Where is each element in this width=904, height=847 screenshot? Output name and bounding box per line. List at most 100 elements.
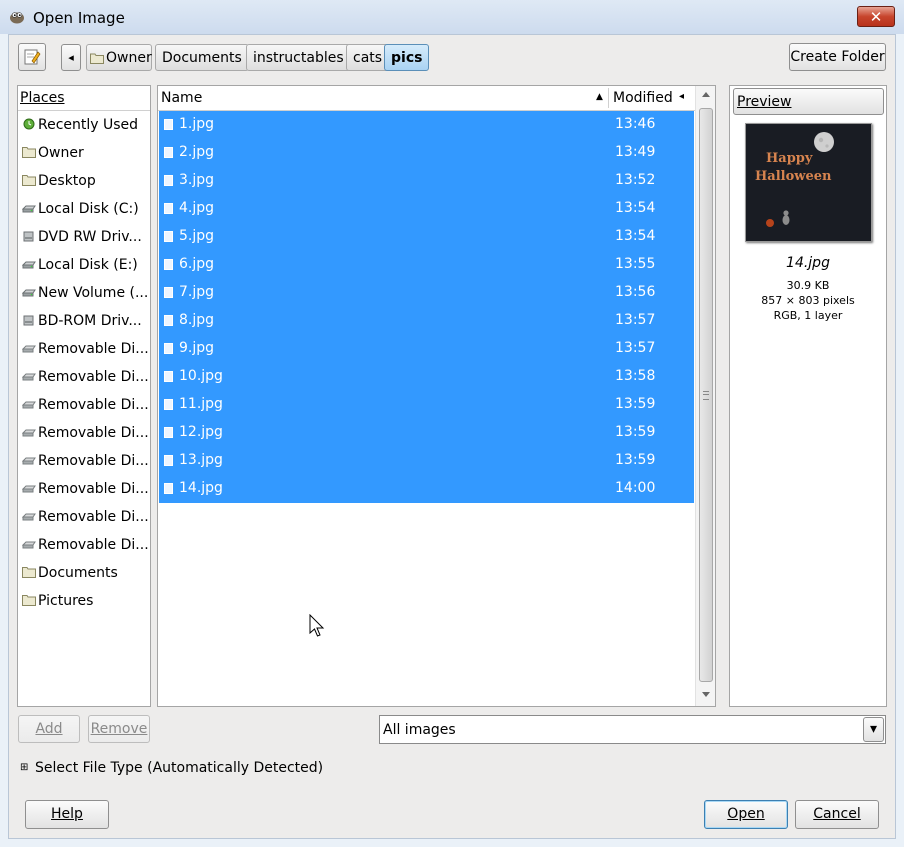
path-pics[interactable]: pics	[384, 44, 430, 71]
file-row[interactable]: 5.jpg 13:54	[159, 223, 694, 251]
file-filter-select[interactable]: All images ▾	[379, 715, 886, 744]
image-file-icon	[164, 483, 173, 494]
file-name: 9.jpg	[179, 340, 215, 356]
file-modified: 13:54	[615, 228, 656, 244]
file-modified: 13:59	[615, 396, 656, 412]
place-item[interactable]: BD-ROM Driv...	[18, 307, 150, 335]
place-item[interactable]: Local Disk (C:)	[18, 195, 150, 223]
path-back-button[interactable]: ◂	[61, 44, 81, 71]
file-modified: 13:52	[615, 172, 656, 188]
file-name: 14.jpg	[179, 480, 223, 496]
file-filter-value: All images	[383, 722, 456, 738]
file-row[interactable]: 9.jpg 13:57	[159, 335, 694, 363]
file-modified: 13:59	[615, 452, 656, 468]
gimp-icon	[10, 12, 24, 24]
file-list-scrollbar[interactable]	[695, 86, 715, 706]
place-item[interactable]: Removable Di...	[18, 391, 150, 419]
place-label: Removable Di...	[38, 397, 149, 413]
place-item[interactable]: Removable Di...	[18, 531, 150, 559]
place-label: Removable Di...	[38, 425, 149, 441]
preview-filename: 14.jpg	[786, 255, 830, 271]
place-item[interactable]: Desktop	[18, 167, 150, 195]
type-location-button[interactable]	[18, 43, 46, 71]
file-row[interactable]: 4.jpg 13:54	[159, 195, 694, 223]
select-file-type-label[interactable]: Select File Type (Automatically Detected…	[35, 760, 323, 776]
place-item[interactable]: Owner	[18, 139, 150, 167]
close-button[interactable]: ✕	[857, 6, 895, 27]
file-name: 4.jpg	[179, 200, 215, 216]
disk-icon	[22, 261, 36, 269]
grip-icon	[703, 391, 709, 400]
place-item[interactable]: New Volume (...	[18, 279, 150, 307]
place-item[interactable]: Documents	[18, 559, 150, 587]
removable-disk-icon	[22, 401, 36, 409]
file-row[interactable]: 6.jpg 13:55	[159, 251, 694, 279]
place-item[interactable]: Removable Di...	[18, 419, 150, 447]
folder-icon	[22, 147, 36, 158]
removable-disk-icon	[22, 429, 36, 437]
open-button[interactable]: Open	[704, 800, 788, 829]
removable-disk-icon	[22, 345, 36, 353]
file-row[interactable]: 1.jpg 13:46	[159, 111, 694, 139]
grip-line	[703, 394, 709, 395]
file-row[interactable]: 10.jpg 13:58	[159, 363, 694, 391]
column-menu-icon[interactable]: ◂	[679, 91, 684, 102]
place-label: Pictures	[38, 593, 94, 609]
file-row[interactable]: 11.jpg 13:59	[159, 391, 694, 419]
folder-icon	[22, 567, 36, 578]
place-item[interactable]: DVD RW Driv...	[18, 223, 150, 251]
create-folder-button[interactable]: Create Folder	[789, 43, 886, 71]
place-item[interactable]: Removable Di...	[18, 503, 150, 531]
removable-disk-icon	[22, 485, 36, 493]
file-row[interactable]: 2.jpg 13:49	[159, 139, 694, 167]
path-owner[interactable]: Owner	[86, 44, 152, 71]
file-modified: 13:46	[615, 116, 656, 132]
pencil-icon	[24, 49, 41, 65]
column-name[interactable]: Name	[161, 90, 202, 106]
cancel-button[interactable]: Cancel	[795, 800, 879, 829]
column-modified[interactable]: Modified	[613, 90, 673, 106]
place-label: Documents	[38, 565, 118, 581]
place-item[interactable]: Recently Used	[18, 111, 150, 139]
place-label: Desktop	[38, 173, 96, 189]
halloween-image: Happy Halloween	[746, 124, 871, 241]
expander-icon[interactable]: ⊞	[20, 762, 28, 773]
path-instructables[interactable]: instructables	[246, 44, 351, 71]
file-row[interactable]: 12.jpg 13:59	[159, 419, 694, 447]
help-button[interactable]: Help	[25, 800, 109, 829]
file-row[interactable]: 14.jpg 14:00	[159, 475, 694, 503]
scroll-down-icon[interactable]	[702, 692, 710, 697]
removable-disk-icon	[22, 513, 36, 521]
file-name: 6.jpg	[179, 256, 215, 272]
place-item[interactable]: Removable Di...	[18, 447, 150, 475]
image-file-icon	[164, 119, 173, 130]
places-header[interactable]: Places	[18, 86, 150, 111]
disk-icon	[22, 289, 36, 297]
place-label: Local Disk (C:)	[38, 201, 139, 217]
path-owner-label: Owner	[106, 50, 152, 66]
file-row[interactable]: 7.jpg 13:56	[159, 279, 694, 307]
place-item[interactable]: Pictures	[18, 587, 150, 615]
folder-icon	[90, 53, 104, 64]
place-item[interactable]: Local Disk (E:)	[18, 251, 150, 279]
add-button[interactable]: Add	[18, 715, 80, 743]
title-bar: Open Image ✕	[0, 0, 904, 34]
place-item[interactable]: Removable Di...	[18, 475, 150, 503]
place-label: Removable Di...	[38, 481, 149, 497]
scrollbar-thumb[interactable]	[699, 108, 713, 682]
place-item[interactable]: Removable Di...	[18, 335, 150, 363]
path-cats[interactable]: cats	[346, 44, 390, 71]
file-modified: 13:57	[615, 312, 656, 328]
scroll-up-icon[interactable]	[702, 92, 710, 97]
file-modified: 13:58	[615, 368, 656, 384]
place-item[interactable]: Removable Di...	[18, 363, 150, 391]
chevron-down-icon[interactable]: ▾	[863, 717, 884, 742]
recent-icon	[23, 118, 35, 130]
file-row[interactable]: 3.jpg 13:52	[159, 167, 694, 195]
file-row[interactable]: 13.jpg 13:59	[159, 447, 694, 475]
preview-text-halloween: Halloween	[755, 169, 832, 184]
remove-button[interactable]: Remove	[88, 715, 150, 743]
file-row[interactable]: 8.jpg 13:57	[159, 307, 694, 335]
path-documents[interactable]: Documents	[155, 44, 249, 71]
preview-panel: Preview Happy Halloween 14.jpg 30.9 KB 8…	[729, 85, 887, 707]
